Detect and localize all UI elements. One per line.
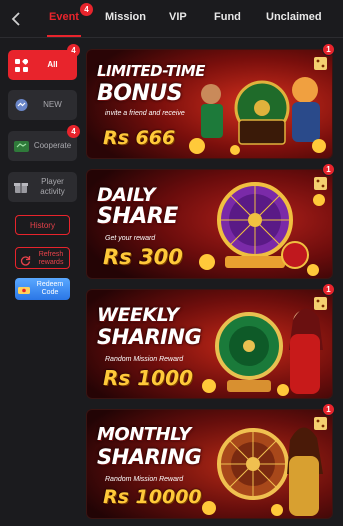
banner-title-line2: SHARING <box>97 445 202 469</box>
history-button[interactable]: History <box>15 215 70 235</box>
sidebar-item-cooperate[interactable]: Cooperate <box>8 131 77 161</box>
refresh-rewards-label: Refresh rewards <box>38 251 64 266</box>
sidebar-item-label: NEW <box>43 100 62 109</box>
sidebar-item-player-activity[interactable]: Player activity <box>8 172 77 202</box>
banner-title-line2: BONUS <box>97 81 183 106</box>
tab-event-badge: 4 <box>80 3 93 16</box>
gift-icon <box>13 179 29 195</box>
banner-badge: 1 <box>322 163 335 176</box>
top-tab-bar: Event 4 Mission VIP Fund Unclaimed <box>0 0 343 38</box>
banner-title-line1: WEEKLY <box>97 304 179 326</box>
sidebar-item-label: Player activity <box>40 177 65 196</box>
active-tab-indicator <box>47 35 81 37</box>
dice-logo-icon <box>314 177 327 190</box>
grid-icon <box>13 57 29 73</box>
tab-unclaimed[interactable]: Unclaimed <box>266 11 322 23</box>
redeem-code-button[interactable]: Redeem Code <box>15 278 70 300</box>
banner-title-line1: MONTHLY <box>97 424 191 445</box>
dice-logo-icon <box>314 297 327 310</box>
sidebar-item-all[interactable]: All <box>8 50 77 80</box>
sidebar-all-badge: 4 <box>67 44 80 57</box>
redeem-code-label: Redeem Code <box>36 281 64 296</box>
tab-fund[interactable]: Fund <box>214 11 241 23</box>
back-arrow-icon[interactable] <box>6 8 28 30</box>
banner-badge: 1 <box>322 403 335 416</box>
banner-prize: Rs 300 <box>103 245 183 269</box>
tab-event[interactable]: Event <box>49 11 79 23</box>
banner-title-line1: LIMITED-TIME <box>97 62 205 80</box>
banner-prize: Rs 10000 <box>103 486 202 508</box>
banner-badge: 1 <box>322 283 335 296</box>
banner-daily-share[interactable]: DAILY SHARE Get your reward Rs 300 <box>86 169 333 279</box>
banner-title-line2: SHARING <box>97 325 202 349</box>
banner-prize: Rs 1000 <box>103 366 193 390</box>
banner-subtitle: Get your reward <box>105 235 156 242</box>
sidebar-item-label: Cooperate <box>33 141 72 150</box>
tab-vip[interactable]: VIP <box>169 11 187 23</box>
banner-title-line2: SHARE <box>97 204 178 229</box>
sidebar-item-label: All <box>47 60 58 69</box>
banner-weekly-sharing[interactable]: WEEKLY SHARING Random Mission Reward Rs … <box>86 289 333 399</box>
banner-monthly-sharing[interactable]: MONTHLY SHARING Random Mission Reward Rs… <box>86 409 333 519</box>
ticket-icon <box>18 283 30 294</box>
banner-limited-time-bonus[interactable]: LIMITED-TIME BONUS invite a friend and r… <box>86 49 333 159</box>
refresh-rewards-button[interactable]: Refresh rewards <box>15 247 70 269</box>
refresh-icon <box>20 253 31 266</box>
banner-subtitle: invite a friend and receive <box>105 110 185 117</box>
banner-subtitle: Random Mission Reward <box>105 476 184 483</box>
dice-logo-icon <box>314 417 327 430</box>
sidebar-item-new[interactable]: NEW <box>8 90 77 120</box>
banner-prize: Rs 666 <box>103 127 176 149</box>
chat-bubble-icon <box>13 97 29 113</box>
banner-title-line1: DAILY <box>97 184 155 206</box>
sidebar-cooperate-badge: 4 <box>67 125 80 138</box>
dice-logo-icon <box>314 57 327 70</box>
tab-mission[interactable]: Mission <box>105 11 146 23</box>
banner-badge: 1 <box>322 43 335 56</box>
banner-subtitle: Random Mission Reward <box>105 356 184 363</box>
handshake-icon <box>13 138 29 154</box>
